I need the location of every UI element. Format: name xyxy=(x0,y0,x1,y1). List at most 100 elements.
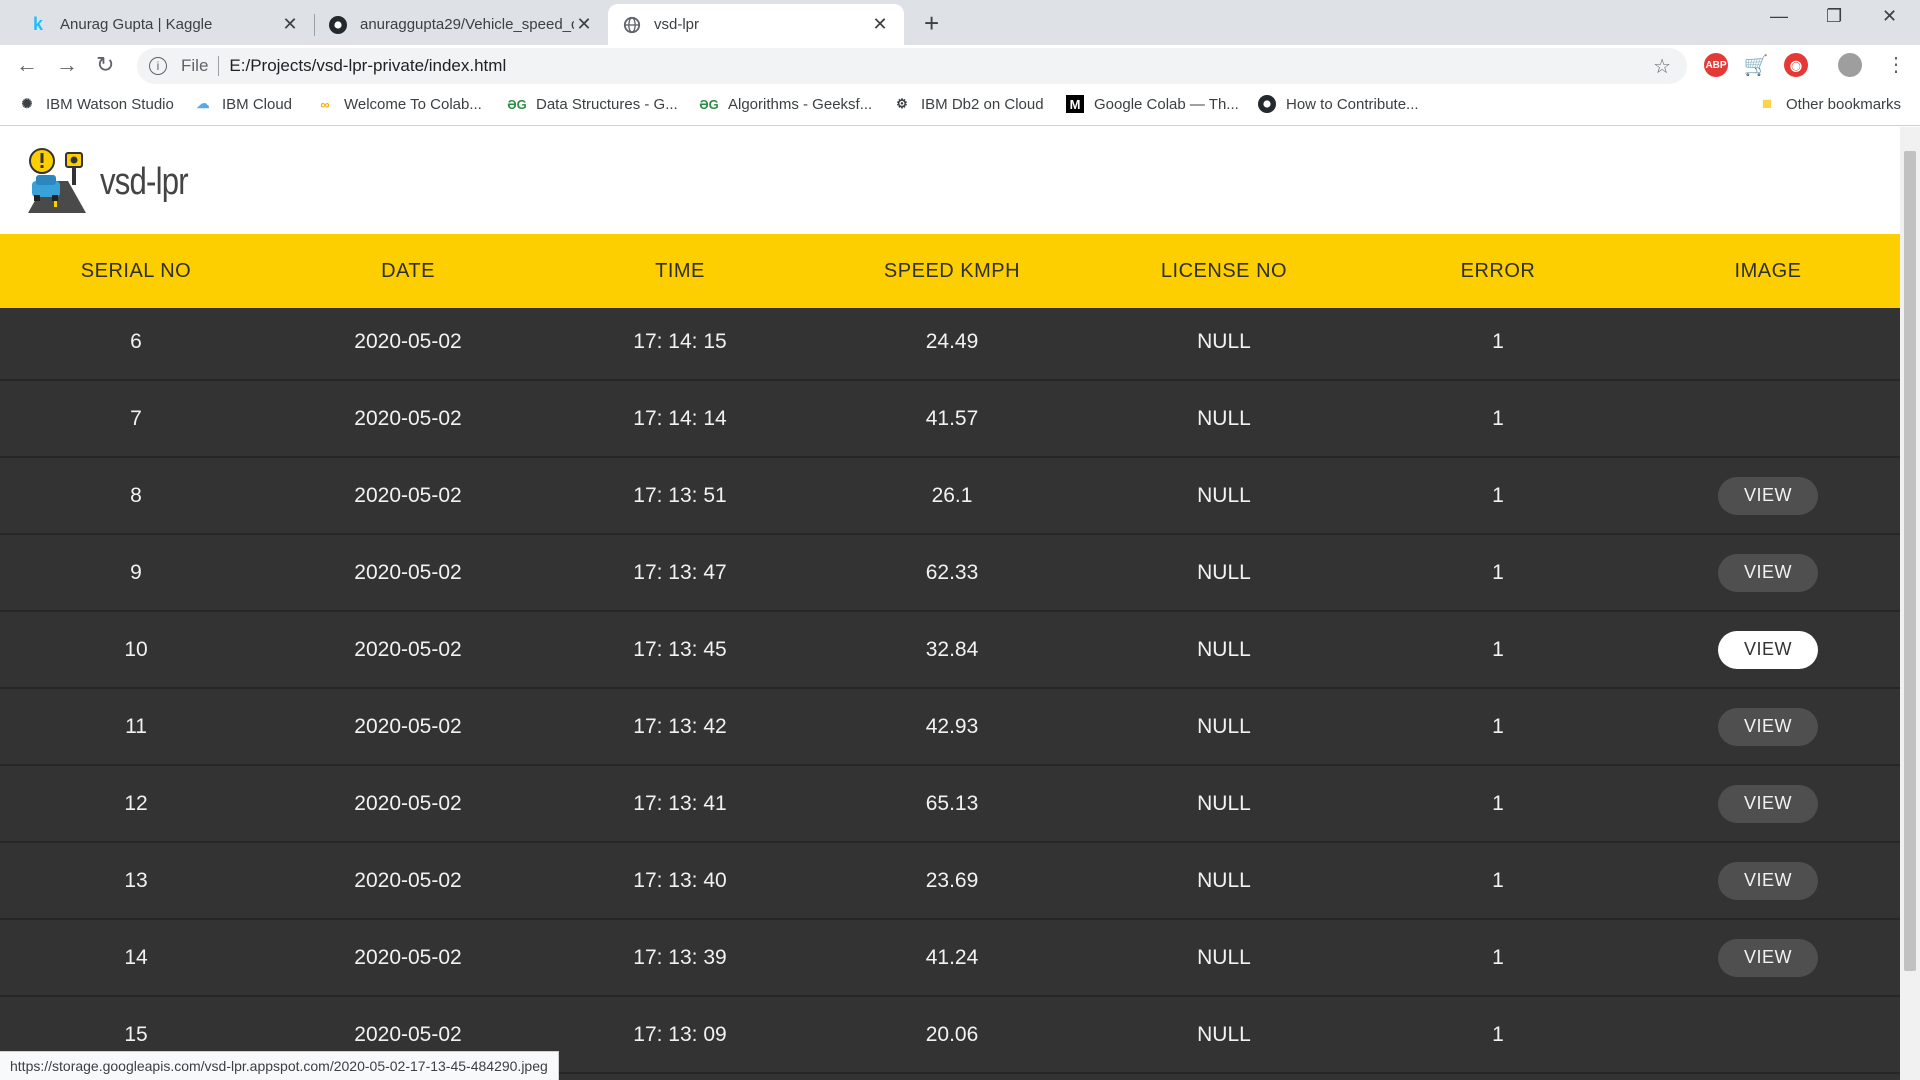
error-cell: 1 xyxy=(1492,483,1504,507)
time-cell: 17: 14: 14 xyxy=(633,406,727,430)
image-cell: VIEW xyxy=(1636,689,1900,764)
time-cell: 17: 13: 39 xyxy=(633,945,727,969)
bookmark-item[interactable]: ⚙ IBM Db2 on Cloud xyxy=(893,95,1044,113)
bookmarks-bar: ✺ IBM Watson Studio ☁ IBM Cloud ∞ Welcom… xyxy=(0,85,1920,126)
bookmark-item[interactable]: ƏG Data Structures - G... xyxy=(507,95,678,113)
tab-github[interactable]: anuraggupta29/Vehicle_speed_d ✕ xyxy=(314,4,608,45)
error-cell: 1 xyxy=(1492,637,1504,661)
time-cell: 17: 13: 09 xyxy=(633,1022,727,1046)
bookmark-item[interactable]: M Google Colab — Th... xyxy=(1066,95,1239,113)
license-cell: NULL xyxy=(1197,714,1251,738)
table-row: 10 2020-05-02 17: 13: 45 32.84 NULL 1 VIEW xyxy=(0,612,1900,689)
reload-icon[interactable]: ↻ xyxy=(96,52,114,78)
time-cell: 17: 13: 45 xyxy=(633,637,727,661)
serial-cell: 12 xyxy=(124,791,148,815)
serial-cell: 7 xyxy=(130,406,142,430)
scrollbar-thumb[interactable] xyxy=(1904,151,1916,971)
view-image-button[interactable]: VIEW xyxy=(1718,553,1818,592)
address-bar[interactable]: i File E:/Projects/vsd-lpr-private/index… xyxy=(137,48,1687,84)
close-icon[interactable]: ✕ xyxy=(280,14,300,35)
cart-icon[interactable]: 🛒 xyxy=(1744,53,1769,77)
avatar[interactable] xyxy=(1838,53,1862,77)
date-cell: 2020-05-02 xyxy=(354,329,462,353)
image-cell: VIEW xyxy=(1636,766,1900,841)
column-header: ERROR xyxy=(1460,259,1536,282)
bookmark-item[interactable]: How to Contribute... xyxy=(1258,95,1419,113)
traffic-camera-logo-icon xyxy=(24,147,88,218)
view-image-button[interactable]: VIEW xyxy=(1718,938,1818,977)
image-cell: VIEW xyxy=(1636,920,1900,995)
tab-title: vsd-lpr xyxy=(654,16,700,33)
date-cell: 2020-05-02 xyxy=(354,714,462,738)
bookmark-item[interactable]: ✺ IBM Watson Studio xyxy=(18,95,174,113)
page-scrollbar[interactable] xyxy=(1900,127,1920,1080)
address-url[interactable]: E:/Projects/vsd-lpr-private/index.html xyxy=(229,56,506,76)
image-cell xyxy=(1636,304,1900,379)
bookmark-label: Data Structures - G... xyxy=(536,95,678,113)
speed-cell: 23.69 xyxy=(925,868,979,892)
bookmark-label: IBM Cloud xyxy=(222,95,293,113)
serial-cell: 8 xyxy=(130,483,142,507)
forward-icon[interactable]: → xyxy=(56,52,78,78)
error-cell: 1 xyxy=(1492,1022,1504,1046)
colab-icon: ∞ xyxy=(320,96,330,112)
window-close-icon[interactable]: ✕ xyxy=(1882,6,1897,27)
serial-cell: 13 xyxy=(124,868,148,892)
new-tab-icon[interactable]: + xyxy=(924,8,939,39)
bookmark-star-icon[interactable]: ☆ xyxy=(1653,54,1671,79)
license-cell: NULL xyxy=(1197,791,1251,815)
kaggle-icon: k xyxy=(32,14,43,34)
extension-icon[interactable]: ◉ xyxy=(1784,53,1808,77)
bookmark-item[interactable]: ∞ Welcome To Colab... xyxy=(316,95,481,113)
column-header: SPEED KMPH xyxy=(883,259,1021,282)
error-cell: 1 xyxy=(1492,329,1504,353)
license-cell: NULL xyxy=(1197,329,1251,353)
error-cell: 1 xyxy=(1492,406,1504,430)
table-row: 11 2020-05-02 17: 13: 42 42.93 NULL 1 VIEW xyxy=(0,689,1900,766)
speed-cell: 26.1 xyxy=(931,483,973,507)
watson-icon: ✺ xyxy=(21,96,33,111)
image-cell: VIEW xyxy=(1636,612,1900,687)
brand-name: vsd-lpr xyxy=(100,161,189,203)
speed-cell: 41.24 xyxy=(925,945,979,969)
menu-icon[interactable]: ⋮ xyxy=(1886,52,1906,77)
table-body: 6 2020-05-02 17: 14: 15 24.49 NULL 1 7 2020-05-… xyxy=(0,308,1900,1080)
tab-vsd-lpr[interactable]: vsd-lpr ✕ xyxy=(608,4,904,45)
close-icon[interactable]: ✕ xyxy=(574,14,594,35)
globe-icon xyxy=(622,15,642,35)
view-image-button[interactable]: VIEW xyxy=(1718,861,1818,900)
info-icon[interactable]: i xyxy=(149,57,167,75)
view-image-button[interactable]: VIEW xyxy=(1718,630,1818,669)
bookmark-label: How to Contribute... xyxy=(1286,95,1419,113)
speed-cell: 20.06 xyxy=(925,1022,979,1046)
view-image-button[interactable]: VIEW xyxy=(1718,707,1818,746)
bookmark-item[interactable]: ☁ IBM Cloud xyxy=(194,95,293,113)
close-icon[interactable]: ✕ xyxy=(870,14,890,35)
view-image-button[interactable]: VIEW xyxy=(1718,476,1818,515)
minimize-icon[interactable]: — xyxy=(1770,6,1788,27)
restore-icon[interactable]: ❐ xyxy=(1826,6,1842,27)
license-cell: NULL xyxy=(1197,560,1251,584)
geeksforgeeks-icon: ƏG xyxy=(699,96,719,112)
license-cell: NULL xyxy=(1197,945,1251,969)
serial-cell: 14 xyxy=(124,945,148,969)
table-row: 8 2020-05-02 17: 13: 51 26.1 NULL 1 VIEW xyxy=(0,458,1900,535)
back-icon[interactable]: ← xyxy=(16,52,38,78)
brand[interactable]: vsd-lpr xyxy=(24,147,207,218)
date-cell: 2020-05-02 xyxy=(354,560,462,584)
license-cell: NULL xyxy=(1197,406,1251,430)
time-cell: 17: 13: 41 xyxy=(633,791,727,815)
view-image-button[interactable]: VIEW xyxy=(1718,784,1818,823)
error-cell: 1 xyxy=(1492,791,1504,815)
time-cell: 17: 13: 40 xyxy=(633,868,727,892)
error-cell: 1 xyxy=(1492,714,1504,738)
other-bookmarks[interactable]: ■ Other bookmarks xyxy=(1758,94,1901,113)
time-cell: 17: 13: 47 xyxy=(633,560,727,584)
bookmark-item[interactable]: ƏG Algorithms - Geeksf... xyxy=(699,95,872,113)
tab-kaggle[interactable]: k Anurag Gupta | Kaggle ✕ xyxy=(14,4,314,45)
speed-cell: 42.93 xyxy=(925,714,979,738)
adblock-icon[interactable]: ABP xyxy=(1704,53,1728,77)
github-icon xyxy=(1258,95,1276,113)
license-cell: NULL xyxy=(1197,483,1251,507)
bookmark-label: IBM Db2 on Cloud xyxy=(921,95,1044,113)
